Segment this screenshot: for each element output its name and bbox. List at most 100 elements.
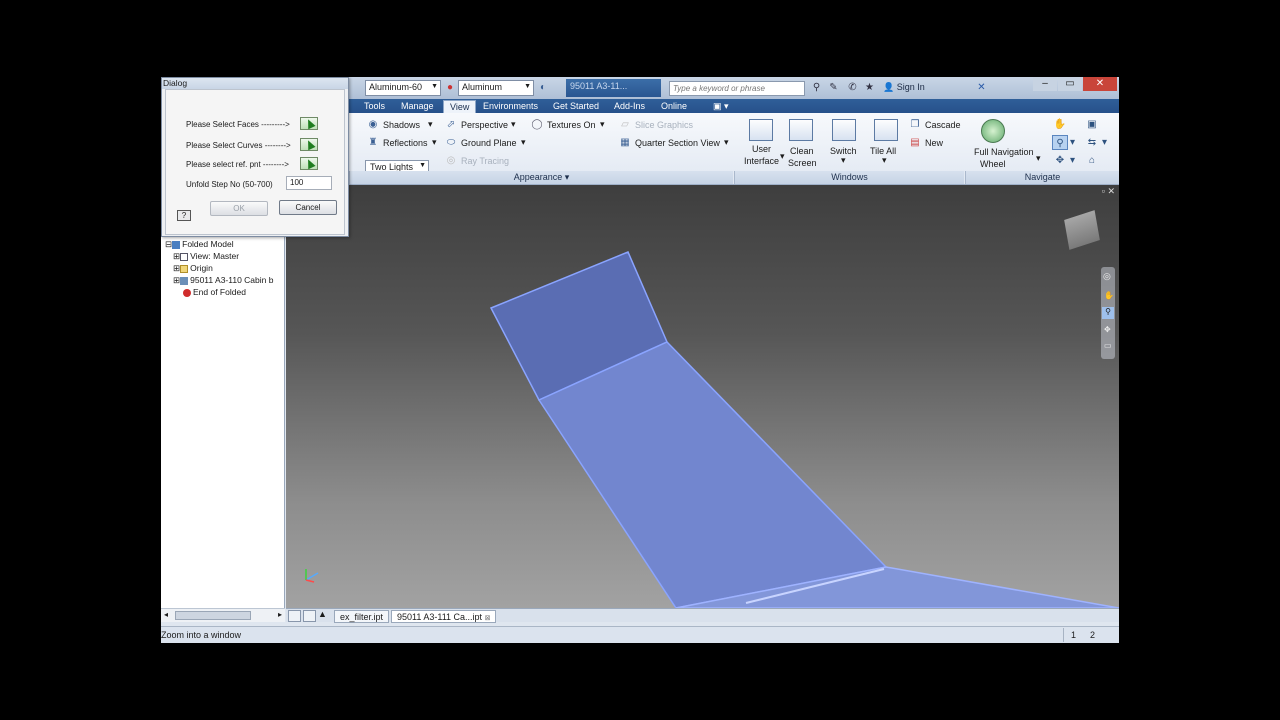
- clean-screen-label-2[interactable]: Screen: [788, 158, 817, 168]
- close-button[interactable]: ✕: [1083, 77, 1117, 91]
- orbit-icon[interactable]: ✥: [1052, 153, 1068, 168]
- shadows-button[interactable]: Shadows: [383, 120, 420, 130]
- binoculars-icon[interactable]: ⚲: [811, 82, 822, 93]
- close-icon[interactable]: ⊠: [485, 615, 491, 622]
- ground-plane-button[interactable]: Ground Plane: [461, 138, 517, 148]
- chevron-down-icon[interactable]: ▾: [521, 137, 526, 148]
- chevron-down-icon[interactable]: ▾: [1068, 135, 1077, 150]
- chevron-down-icon[interactable]: ▾: [1100, 135, 1109, 150]
- tab-manage[interactable]: Manage: [395, 100, 440, 113]
- select-ref-point-button[interactable]: [300, 157, 318, 170]
- cascade-windows-icon[interactable]: [303, 610, 316, 622]
- chevron-down-icon: ▾: [564, 172, 570, 182]
- ribbon-options-icon[interactable]: ▣ ▾: [707, 100, 735, 113]
- navigation-bar[interactable]: ◎ ✋ ⚲ ✥ ▭: [1101, 267, 1115, 359]
- tab-online[interactable]: Online: [655, 100, 693, 113]
- tab-get-started[interactable]: Get Started: [547, 100, 605, 113]
- expand-icon[interactable]: ⊞: [173, 251, 180, 261]
- chevron-down-icon[interactable]: ▾: [432, 137, 437, 148]
- tab-add-ins[interactable]: Add-Ins: [608, 100, 651, 113]
- zoom-icon[interactable]: ⚲: [1102, 307, 1114, 319]
- chevron-down-icon[interactable]: ▾: [780, 151, 785, 162]
- tab-tools[interactable]: Tools: [358, 100, 391, 113]
- orbit-icon[interactable]: ✥: [1104, 325, 1111, 334]
- doc-tab-cabin[interactable]: 95011 A3-111 Ca...ipt ⊠: [391, 610, 497, 623]
- chevron-down-icon[interactable]: ▾: [600, 119, 605, 130]
- slice-graphics-icon: ▱: [621, 119, 629, 130]
- user-interface-label-1[interactable]: User: [752, 144, 771, 154]
- full-nav-label-2[interactable]: Wheel: [980, 159, 1006, 169]
- user-interface-label-2[interactable]: Interface: [744, 156, 779, 166]
- cancel-button[interactable]: Cancel: [279, 200, 337, 215]
- search-input[interactable]: Type a keyword or phrase: [669, 81, 805, 96]
- tree-item-view-master[interactable]: ⊞ View: Master: [173, 251, 239, 262]
- communication-icon[interactable]: ✆: [847, 82, 858, 93]
- wrench-icon[interactable]: ✎: [828, 82, 839, 93]
- scroll-left-icon[interactable]: ◂: [164, 610, 168, 619]
- tab-environments[interactable]: Environments: [477, 100, 544, 113]
- help-button[interactable]: ?: [177, 210, 191, 221]
- tile-windows-icon[interactable]: [288, 610, 301, 622]
- steering-wheel-icon[interactable]: ◎: [1103, 271, 1111, 282]
- select-curves-button[interactable]: [300, 138, 318, 151]
- select-faces-button[interactable]: [300, 117, 318, 130]
- appearance-panel-title[interactable]: Appearance ▾: [349, 171, 733, 184]
- exchange-icon[interactable]: ✕: [976, 82, 987, 93]
- tile-all-icon: [874, 119, 898, 141]
- scroll-right-icon[interactable]: ▸: [278, 610, 282, 619]
- chevron-down-icon[interactable]: ▾: [511, 119, 516, 130]
- tree-item-origin[interactable]: ⊞ Origin: [173, 263, 213, 274]
- home-view-icon[interactable]: ⌂: [1084, 153, 1100, 168]
- previous-view-icon[interactable]: ⇆: [1084, 135, 1100, 150]
- appearance-dropdown[interactable]: Aluminum ▼: [458, 80, 534, 96]
- quarter-section-button[interactable]: Quarter Section View: [635, 138, 720, 148]
- cascade-icon: ❐: [910, 119, 920, 130]
- zoom-window-icon[interactable]: ⚲: [1052, 135, 1068, 150]
- ok-button[interactable]: OK: [210, 201, 268, 216]
- star-icon[interactable]: ★: [864, 82, 875, 93]
- chevron-down-icon[interactable]: ▾: [724, 137, 729, 148]
- sign-in-link[interactable]: 👤 Sign In: [883, 82, 925, 93]
- doc-tab-ex-filter[interactable]: ex_filter.ipt: [334, 610, 390, 623]
- pan-icon[interactable]: ✋: [1104, 291, 1114, 300]
- unfold-step-input[interactable]: 100: [286, 176, 332, 190]
- chevron-down-icon[interactable]: ▾: [841, 155, 846, 166]
- perspective-button[interactable]: Perspective: [461, 120, 508, 130]
- expand-icon[interactable]: ⊞: [173, 275, 180, 285]
- minimize-button[interactable]: ‒: [1033, 77, 1057, 91]
- graphics-viewport[interactable]: ▫ ✕ ◎ ✋ ⚲ ✥ ▭: [286, 185, 1119, 608]
- coordinate-triad-icon: [305, 569, 319, 583]
- pan-icon[interactable]: ✋: [1052, 117, 1068, 132]
- expand-icon[interactable]: ⊟: [165, 239, 172, 249]
- look-at-icon[interactable]: ▣: [1084, 117, 1100, 132]
- status-number-2: 2: [1090, 630, 1096, 640]
- tab-list-icon[interactable]: ▲: [318, 609, 327, 619]
- new-window-button[interactable]: New: [925, 138, 943, 148]
- clean-screen-label-1[interactable]: Clean: [790, 146, 814, 156]
- textures-button[interactable]: Textures On: [547, 120, 596, 130]
- cascade-button[interactable]: Cascade: [925, 120, 961, 130]
- full-nav-label-1[interactable]: Full Navigation: [974, 147, 1034, 157]
- tree-label: Origin: [190, 263, 213, 273]
- doc-tab-label: 95011 A3-111 Ca...ipt: [397, 612, 483, 622]
- tree-item-folded-model[interactable]: ⊟ Folded Model: [165, 239, 234, 250]
- tree-label: Folded Model: [182, 239, 234, 249]
- expand-icon[interactable]: ⊞: [173, 263, 180, 273]
- browser-horizontal-scrollbar[interactable]: ◂ ▸: [161, 608, 285, 622]
- appearance-adjust-icon[interactable]: ◐: [537, 82, 549, 94]
- chevron-down-icon[interactable]: ▾: [1036, 153, 1041, 164]
- chevron-down-icon[interactable]: ▾: [1068, 153, 1077, 168]
- maximize-button[interactable]: ▭: [1058, 77, 1082, 91]
- tab-view[interactable]: View: [443, 100, 477, 113]
- windows-panel-title: Windows: [734, 171, 964, 184]
- cursor-arrow-icon: [304, 157, 316, 170]
- slice-graphics-button: Slice Graphics: [635, 120, 694, 130]
- reflections-button[interactable]: Reflections: [383, 138, 428, 148]
- look-at-icon[interactable]: ▭: [1104, 341, 1112, 350]
- tree-item-end-of-folded[interactable]: End of Folded: [183, 287, 246, 297]
- tree-item-derived-part[interactable]: ⊞ 95011 A3-110 Cabin b: [173, 275, 273, 286]
- chevron-down-icon[interactable]: ▾: [882, 155, 887, 166]
- material-dropdown[interactable]: Aluminum-60 ▼: [365, 80, 441, 96]
- scroll-thumb[interactable]: [175, 611, 251, 620]
- chevron-down-icon[interactable]: ▾: [428, 119, 433, 130]
